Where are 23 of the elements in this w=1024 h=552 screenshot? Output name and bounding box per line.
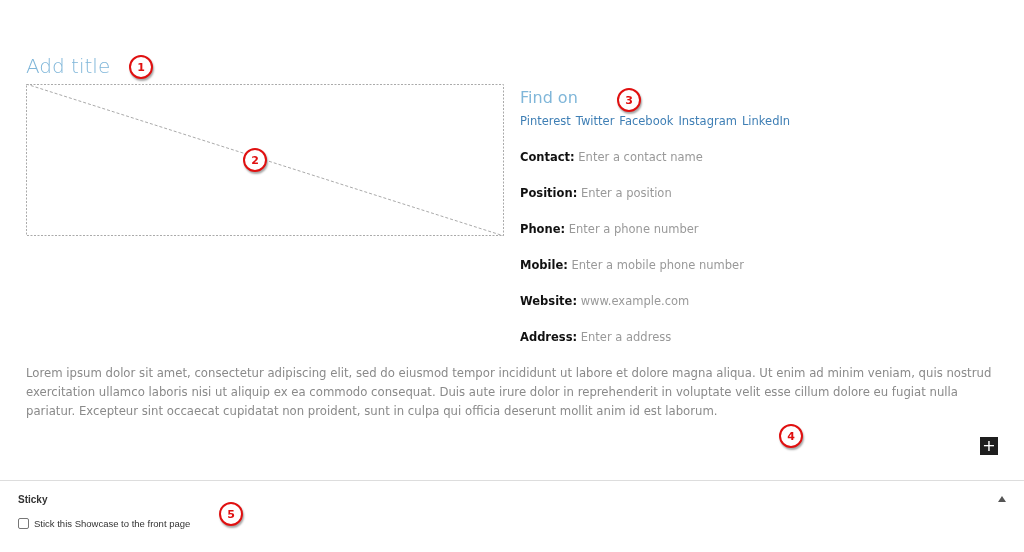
- contact-field[interactable]: Position: Enter a position: [520, 185, 791, 201]
- contact-field[interactable]: Phone: Enter a phone number: [520, 221, 791, 237]
- contact-field[interactable]: Address: Enter a address: [520, 329, 791, 345]
- social-link[interactable]: Facebook: [619, 113, 674, 129]
- callout-marker: 1: [129, 55, 153, 79]
- checkbox-label: Stick this Showcase to the front page: [34, 518, 191, 529]
- section-heading: Find on: [520, 87, 578, 109]
- description-paragraph[interactable]: Lorem ipsum dolor sit amet, consectetur adipiscing elit, sed do eiusmod tempor incididunt ut labore et dolore magna aliqua. Ut enim ad minim veniam, quis nostrud exercitation ullamco laboris nisi ut aliquip ex ea commodo consequat. Duis aute irure dolor in reprehenderit in voluptate velit esse cillum dolore eu fugiat nulla pariatur. Excepteur sint occaecat cupidatat non proident, sunt in culpa qui officia deserunt mollit anim id est laborum.: [26, 364, 1001, 421]
- callout-marker: 3: [617, 88, 641, 112]
- checkbox[interactable]: [18, 518, 29, 529]
- callout-marker: 2: [243, 148, 267, 172]
- callout-marker: 4: [779, 424, 803, 448]
- callout-marker: 5: [219, 502, 243, 526]
- contact-field[interactable]: Contact: Enter a contact name: [520, 149, 791, 165]
- social-link[interactable]: LinkedIn: [741, 113, 791, 129]
- collapse-icon[interactable]: [998, 496, 1006, 502]
- social-link[interactable]: Pinterest: [520, 113, 571, 129]
- social-link[interactable]: Twitter: [575, 113, 615, 129]
- panel-title: Sticky: [18, 493, 48, 505]
- social-link[interactable]: Instagram: [678, 113, 737, 129]
- contact-field[interactable]: Mobile: Enter a mobile phone number: [520, 257, 791, 273]
- contact-field[interactable]: Website: www.example.com: [520, 293, 791, 309]
- add-block-button[interactable]: +: [980, 437, 998, 455]
